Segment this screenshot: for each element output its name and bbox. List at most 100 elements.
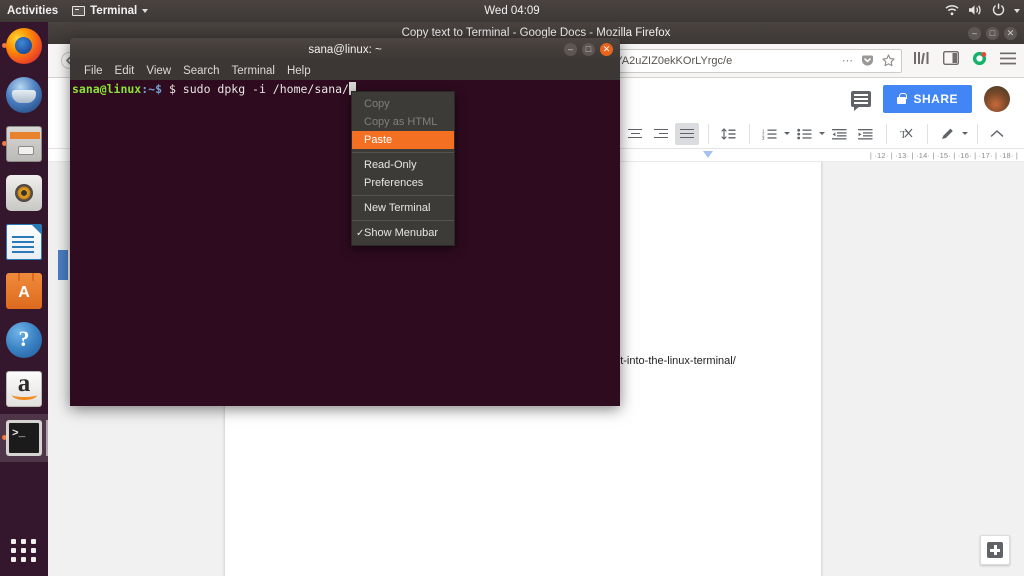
terminal-window-controls: – □ ✕ bbox=[564, 38, 613, 61]
mode-chevron-down-icon[interactable] bbox=[962, 132, 968, 135]
ruler-indent-marker[interactable] bbox=[703, 151, 713, 158]
menu-view[interactable]: View bbox=[140, 61, 177, 80]
terminal-window: sana@linux: ~ – □ ✕ File Edit View Searc… bbox=[70, 38, 620, 406]
menu-icon[interactable] bbox=[1000, 52, 1016, 70]
numbered-list-chevron-down-icon[interactable] bbox=[784, 132, 790, 135]
files-icon bbox=[6, 126, 42, 162]
bookmark-star-icon[interactable] bbox=[882, 54, 895, 67]
lock-icon bbox=[897, 97, 906, 104]
terminal-body[interactable]: sana@linux:~$ $ sudo dpkg -i /home/sana/ bbox=[70, 80, 620, 406]
bulleted-list-chevron-down-icon[interactable] bbox=[819, 132, 825, 135]
terminal-close-button[interactable]: ✕ bbox=[600, 43, 613, 56]
firefox-icon bbox=[6, 28, 42, 64]
context-menu-item-copy: Copy bbox=[352, 95, 454, 113]
sidebar-item-help[interactable] bbox=[0, 316, 48, 364]
comment-icon[interactable] bbox=[851, 91, 871, 107]
show-applications-button[interactable] bbox=[0, 539, 48, 562]
toolbar-group-spacing bbox=[708, 124, 747, 144]
sidebar-item-terminal[interactable] bbox=[0, 414, 48, 462]
ruler-marks: | ·12· | ·13· | ·14· | ·15· | ·16· | ·17… bbox=[870, 149, 1018, 162]
pencil-icon[interactable] bbox=[935, 123, 959, 145]
firefox-window-controls: – □ ✕ bbox=[968, 22, 1017, 44]
url-text: 0qYA2uZIZ0ekKOrLYrgc/e bbox=[603, 55, 834, 67]
system-menu-chevron-down-icon[interactable] bbox=[1014, 9, 1020, 13]
context-menu-separator-3 bbox=[352, 220, 454, 221]
terminal-maximize-button[interactable]: □ bbox=[582, 43, 595, 56]
power-icon[interactable] bbox=[992, 3, 1005, 19]
firefox-maximize-button[interactable]: □ bbox=[986, 27, 999, 40]
context-menu-item-copy-as-html: Copy as HTML bbox=[352, 113, 454, 131]
share-button-label: SHARE bbox=[913, 92, 958, 106]
sidebar-item-rhythmbox[interactable] bbox=[0, 169, 48, 217]
context-menu-item-read-only[interactable]: Read-Only bbox=[352, 156, 454, 174]
terminal-prompt-line: sana@linux:~$ $ sudo dpkg -i /home/sana/ bbox=[72, 82, 620, 97]
menu-file[interactable]: File bbox=[78, 61, 109, 80]
numbered-list-icon[interactable]: 123 bbox=[757, 123, 781, 145]
decrease-indent-icon[interactable] bbox=[827, 123, 851, 145]
sidebar-item-firefox[interactable] bbox=[0, 22, 48, 70]
toolbar-group-collapse bbox=[977, 124, 1016, 144]
sidebar-item-files[interactable] bbox=[0, 120, 48, 168]
wifi-icon[interactable] bbox=[945, 4, 959, 19]
bulleted-list-icon[interactable] bbox=[792, 123, 816, 145]
context-menu-item-show-menubar[interactable]: ✓ Show Menubar bbox=[352, 224, 454, 242]
sidebar-item-thunderbird[interactable] bbox=[0, 71, 48, 119]
gdocs-selection-strip bbox=[58, 250, 68, 280]
terminal-menubar: File Edit View Search Terminal Help bbox=[70, 61, 620, 80]
menu-help[interactable]: Help bbox=[281, 61, 317, 80]
rhythmbox-icon bbox=[6, 175, 42, 211]
panel-indicators bbox=[945, 0, 1020, 22]
page-actions-icon[interactable]: ⋯ bbox=[842, 54, 853, 67]
checkmark-icon: ✓ bbox=[356, 228, 364, 239]
clear-formatting-icon[interactable]: T bbox=[894, 123, 918, 145]
sidebar-icon[interactable] bbox=[943, 51, 959, 70]
activities-label: Activities bbox=[7, 5, 58, 17]
url-bar[interactable]: 0qYA2uZIZ0ekKOrLYrgc/e ⋯ bbox=[596, 49, 902, 73]
align-right-icon[interactable] bbox=[649, 123, 673, 145]
top-panel: Activities Terminal Wed 04:09 bbox=[0, 0, 1024, 22]
terminal-context-menu: Copy Copy as HTML Paste Read-Only Prefer… bbox=[351, 91, 455, 246]
explore-icon[interactable] bbox=[980, 535, 1010, 565]
terminal-prompt-path: :~$ bbox=[141, 82, 162, 96]
share-button[interactable]: SHARE bbox=[883, 85, 972, 113]
desktop-screen: Copy text to Terminal - Google Docs - Mo… bbox=[0, 0, 1024, 576]
context-menu-item-new-terminal[interactable]: New Terminal bbox=[352, 199, 454, 217]
firefox-minimize-button[interactable]: – bbox=[968, 27, 981, 40]
pocket-icon[interactable] bbox=[861, 54, 874, 67]
activities-button[interactable]: Activities bbox=[0, 0, 65, 22]
align-justify-icon[interactable] bbox=[675, 123, 699, 145]
line-spacing-icon[interactable] bbox=[716, 123, 740, 145]
toolbar-group-mode bbox=[927, 124, 975, 144]
firefox-toolbar-right bbox=[909, 51, 1016, 71]
context-menu-item-preferences[interactable]: Preferences bbox=[352, 174, 454, 192]
app-menu-label: Terminal bbox=[90, 5, 137, 17]
sidebar-item-writer[interactable] bbox=[0, 218, 48, 266]
terminal-prompt-user: sana@linux bbox=[72, 82, 141, 96]
extension-icon[interactable] bbox=[972, 51, 987, 71]
terminal-minimize-button[interactable]: – bbox=[564, 43, 577, 56]
chevron-down-icon bbox=[142, 9, 148, 13]
chevron-up-icon[interactable] bbox=[985, 123, 1009, 145]
context-menu-item-paste[interactable]: Paste bbox=[352, 131, 454, 149]
sidebar-item-software[interactable] bbox=[0, 267, 48, 315]
terminal-titlebar: sana@linux: ~ – □ ✕ bbox=[70, 38, 620, 61]
sidebar-item-amazon[interactable] bbox=[0, 365, 48, 413]
terminal-command-text: $ sudo dpkg -i /home/sana/ bbox=[162, 82, 349, 96]
volume-icon[interactable] bbox=[968, 4, 983, 19]
menu-search[interactable]: Search bbox=[177, 61, 225, 80]
align-center-icon[interactable] bbox=[623, 123, 647, 145]
library-icon[interactable] bbox=[913, 51, 930, 70]
app-menu-terminal[interactable]: Terminal bbox=[65, 0, 155, 22]
terminal-mini-icon bbox=[72, 6, 85, 16]
increase-indent-icon[interactable] bbox=[853, 123, 877, 145]
apps-grid-icon bbox=[11, 539, 37, 562]
toolbar-group-clear: T bbox=[886, 124, 925, 144]
terminal-icon bbox=[6, 420, 42, 456]
avatar[interactable] bbox=[984, 86, 1010, 112]
menu-terminal[interactable]: Terminal bbox=[226, 61, 281, 80]
svg-text:3: 3 bbox=[762, 136, 765, 140]
amazon-icon bbox=[6, 371, 42, 407]
terminal-window-title: sana@linux: ~ bbox=[308, 44, 381, 56]
firefox-close-button[interactable]: ✕ bbox=[1004, 27, 1017, 40]
menu-edit[interactable]: Edit bbox=[109, 61, 141, 80]
